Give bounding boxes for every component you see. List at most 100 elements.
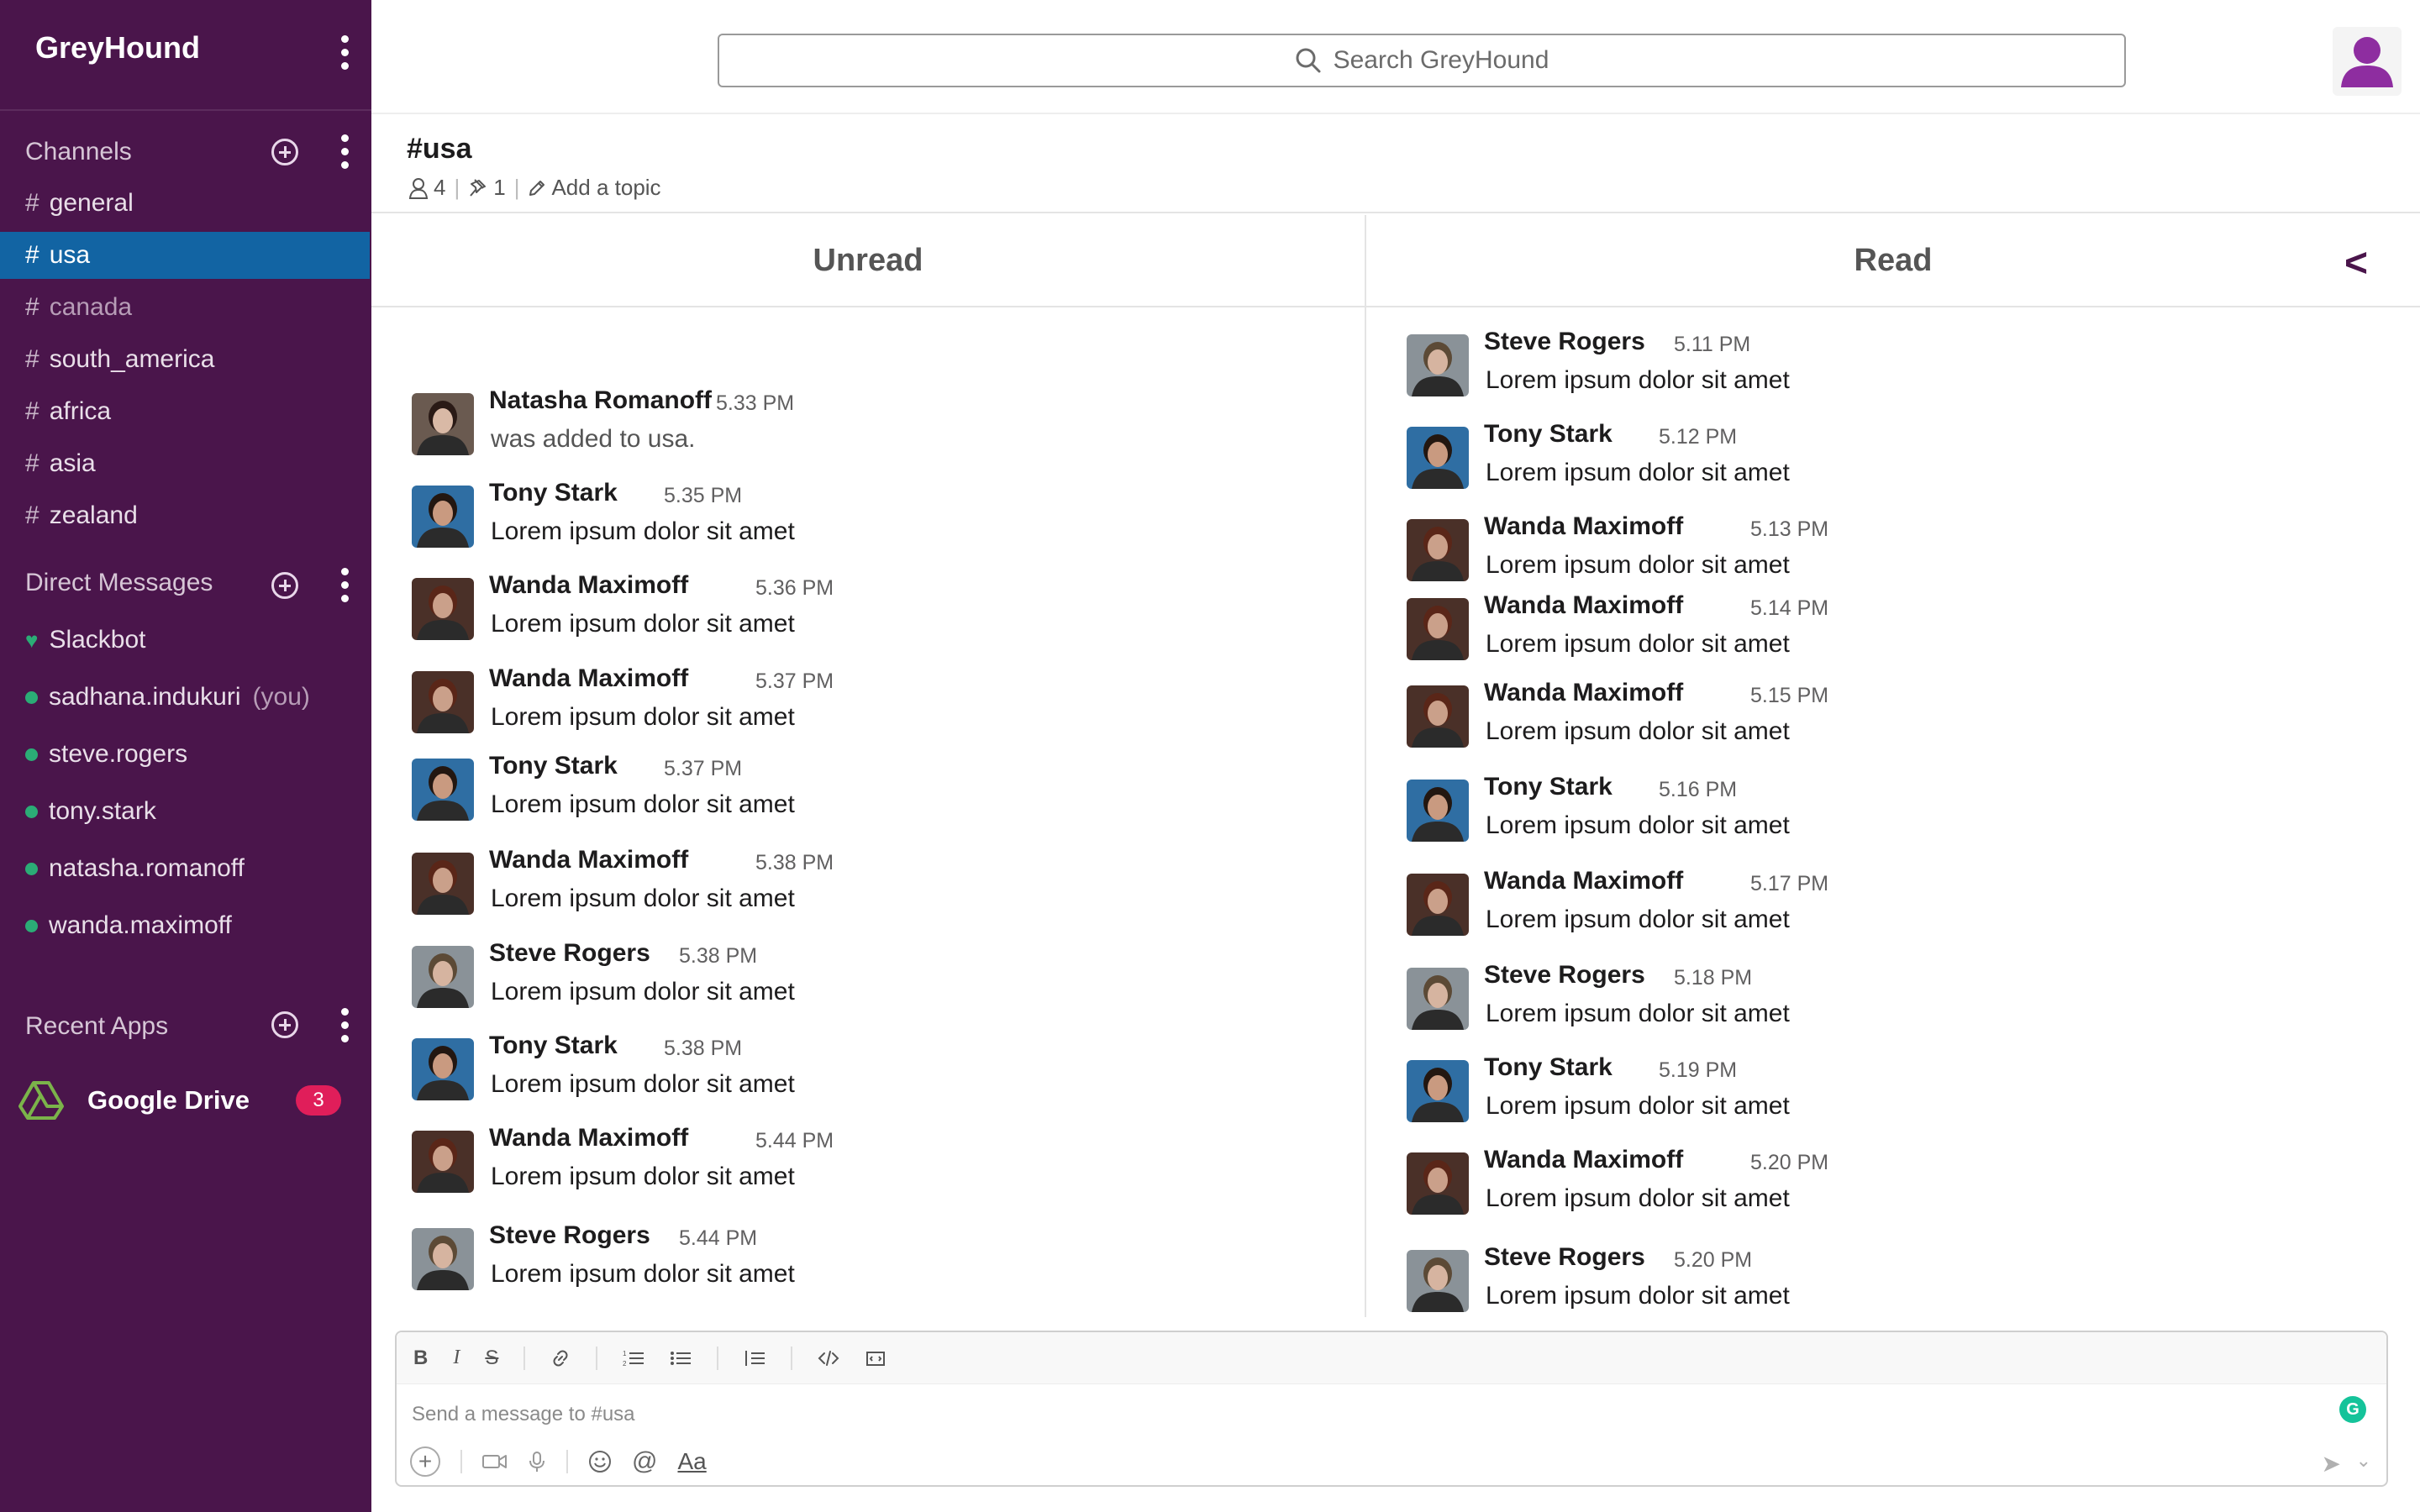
message-timestamp[interactable]: 5.11 PM xyxy=(1674,333,1750,357)
message[interactable]: Natasha Romanoff 5.33 PM was added to us… xyxy=(412,386,1000,459)
channels-title[interactable]: Channels xyxy=(25,138,132,166)
author-name[interactable]: Tony Stark xyxy=(489,1032,618,1060)
message[interactable]: Tony Stark 5.16 PM Lorem ipsum dolor sit… xyxy=(1407,773,1995,845)
dm-menu-icon[interactable] xyxy=(339,568,350,605)
send-icon[interactable]: ➤ xyxy=(2322,1450,2341,1478)
author-avatar[interactable] xyxy=(412,1038,474,1100)
microphone-icon[interactable] xyxy=(528,1451,546,1473)
message-timestamp[interactable]: 5.44 PM xyxy=(755,1129,834,1153)
message-timestamp[interactable]: 5.15 PM xyxy=(1750,684,1828,708)
sidebar-item-dm[interactable]: natasha.romanoff xyxy=(0,845,370,892)
message-timestamp[interactable]: 5.37 PM xyxy=(664,757,742,781)
author-name[interactable]: Wanda Maximoff xyxy=(489,1124,688,1152)
author-name[interactable]: Steve Rogers xyxy=(1484,961,1645,990)
message[interactable]: Wanda Maximoff 5.44 PM Lorem ipsum dolor… xyxy=(412,1124,1000,1196)
add-channel-icon[interactable] xyxy=(271,139,298,165)
message[interactable]: Steve Rogers 5.11 PM Lorem ipsum dolor s… xyxy=(1407,328,1995,400)
pins-button[interactable]: 1 xyxy=(468,175,506,201)
author-avatar[interactable] xyxy=(412,393,474,455)
author-name[interactable]: Tony Stark xyxy=(1484,1053,1612,1082)
author-avatar[interactable] xyxy=(412,759,474,821)
message-input[interactable] xyxy=(412,1396,2260,1433)
message[interactable]: Tony Stark 5.12 PM Lorem ipsum dolor sit… xyxy=(1407,420,1995,492)
send-options-chevron-icon[interactable]: ⌄ xyxy=(2356,1450,2371,1472)
author-avatar[interactable] xyxy=(1407,780,1469,842)
sidebar-item-dm[interactable]: tony.stark xyxy=(0,788,370,835)
author-avatar[interactable] xyxy=(1407,1152,1469,1215)
author-avatar[interactable] xyxy=(412,853,474,915)
mention-icon[interactable]: @ xyxy=(632,1447,657,1476)
code-block-icon[interactable] xyxy=(865,1348,886,1368)
author-name[interactable]: Wanda Maximoff xyxy=(1484,867,1683,895)
sidebar-item-dm[interactable]: sadhana.indukuri (you) xyxy=(0,674,370,721)
channel-name[interactable]: #usa xyxy=(407,133,472,165)
message[interactable]: Steve Rogers 5.38 PM Lorem ipsum dolor s… xyxy=(412,939,1000,1011)
sidebar-item-dm[interactable]: ♥ Slackbot xyxy=(0,617,370,664)
author-name[interactable]: Wanda Maximoff xyxy=(1484,512,1683,541)
author-name[interactable]: Wanda Maximoff xyxy=(489,571,688,600)
message-timestamp[interactable]: 5.35 PM xyxy=(664,484,742,508)
collapse-panel-icon[interactable]: < xyxy=(2344,244,2368,284)
author-name[interactable]: Tony Stark xyxy=(489,479,618,507)
author-name[interactable]: Steve Rogers xyxy=(1484,328,1645,356)
message[interactable]: Steve Rogers 5.18 PM Lorem ipsum dolor s… xyxy=(1407,961,1995,1033)
message-timestamp[interactable]: 5.20 PM xyxy=(1750,1151,1828,1175)
message-timestamp[interactable]: 5.38 PM xyxy=(664,1037,742,1061)
sidebar-item-channel[interactable]: # usa xyxy=(0,232,370,279)
author-name[interactable]: Wanda Maximoff xyxy=(1484,1146,1683,1174)
message[interactable]: Wanda Maximoff 5.37 PM Lorem ipsum dolor… xyxy=(412,664,1000,737)
message-timestamp[interactable]: 5.44 PM xyxy=(679,1226,757,1251)
message-timestamp[interactable]: 5.20 PM xyxy=(1674,1248,1752,1273)
emoji-icon[interactable] xyxy=(588,1450,612,1473)
sidebar-item-channel[interactable]: # africa xyxy=(0,388,370,435)
message[interactable]: Wanda Maximoff 5.13 PM Lorem ipsum dolor… xyxy=(1407,512,1995,585)
author-name[interactable]: Wanda Maximoff xyxy=(489,664,688,693)
message-timestamp[interactable]: 5.16 PM xyxy=(1659,778,1737,802)
attach-plus-icon[interactable]: + xyxy=(410,1446,440,1477)
sidebar-item-channel[interactable]: # canada xyxy=(0,284,370,331)
user-avatar[interactable] xyxy=(2333,27,2402,96)
sidebar-item-channel[interactable]: # general xyxy=(0,180,370,227)
author-avatar[interactable] xyxy=(412,671,474,733)
blockquote-icon[interactable] xyxy=(744,1348,765,1368)
author-avatar[interactable] xyxy=(412,1228,474,1290)
sidebar-item-dm[interactable]: wanda.maximoff xyxy=(0,902,370,949)
workspace-menu-icon[interactable] xyxy=(339,35,350,72)
message-timestamp[interactable]: 5.33 PM xyxy=(716,391,794,416)
message[interactable]: Steve Rogers 5.44 PM Lorem ipsum dolor s… xyxy=(412,1221,1000,1294)
bulleted-list-icon[interactable] xyxy=(670,1348,692,1368)
author-name[interactable]: Steve Rogers xyxy=(489,939,650,968)
author-avatar[interactable] xyxy=(1407,519,1469,581)
author-avatar[interactable] xyxy=(412,578,474,640)
message-timestamp[interactable]: 5.37 PM xyxy=(755,669,834,694)
author-avatar[interactable] xyxy=(1407,598,1469,660)
message[interactable]: Tony Stark 5.37 PM Lorem ipsum dolor sit… xyxy=(412,752,1000,824)
strikethrough-icon[interactable]: S xyxy=(485,1347,498,1370)
message-timestamp[interactable]: 5.19 PM xyxy=(1659,1058,1737,1083)
workspace-name[interactable]: GreyHound xyxy=(35,30,200,66)
author-avatar[interactable] xyxy=(1407,427,1469,489)
bold-icon[interactable]: B xyxy=(413,1347,428,1370)
recent-apps-title[interactable]: Recent Apps xyxy=(25,1012,168,1041)
author-avatar[interactable] xyxy=(1407,334,1469,396)
sidebar-item-channel[interactable]: # south_america xyxy=(0,336,370,383)
sidebar-item-channel[interactable]: # zealand xyxy=(0,492,370,539)
grammarly-icon[interactable]: G xyxy=(2339,1396,2366,1423)
message[interactable]: Tony Stark 5.19 PM Lorem ipsum dolor sit… xyxy=(1407,1053,1995,1126)
message-timestamp[interactable]: 5.36 PM xyxy=(755,576,834,601)
members-button[interactable]: 4 xyxy=(408,175,445,201)
author-name[interactable]: Tony Stark xyxy=(489,752,618,780)
message-timestamp[interactable]: 5.17 PM xyxy=(1750,872,1828,896)
author-name[interactable]: Steve Rogers xyxy=(1484,1243,1645,1272)
direct-messages-title[interactable]: Direct Messages xyxy=(25,569,213,597)
message[interactable]: Wanda Maximoff 5.36 PM Lorem ipsum dolor… xyxy=(412,571,1000,643)
video-icon[interactable] xyxy=(482,1452,508,1472)
add-app-icon[interactable] xyxy=(271,1011,298,1038)
message-timestamp[interactable]: 5.38 PM xyxy=(679,944,757,969)
author-name[interactable]: Wanda Maximoff xyxy=(1484,591,1683,620)
link-icon[interactable] xyxy=(550,1348,571,1368)
author-avatar[interactable] xyxy=(1407,1250,1469,1312)
formatting-toggle[interactable]: Aa xyxy=(677,1448,706,1475)
message[interactable]: Wanda Maximoff 5.20 PM Lorem ipsum dolor… xyxy=(1407,1146,1995,1218)
add-topic-button[interactable]: Add a topic xyxy=(528,175,661,201)
